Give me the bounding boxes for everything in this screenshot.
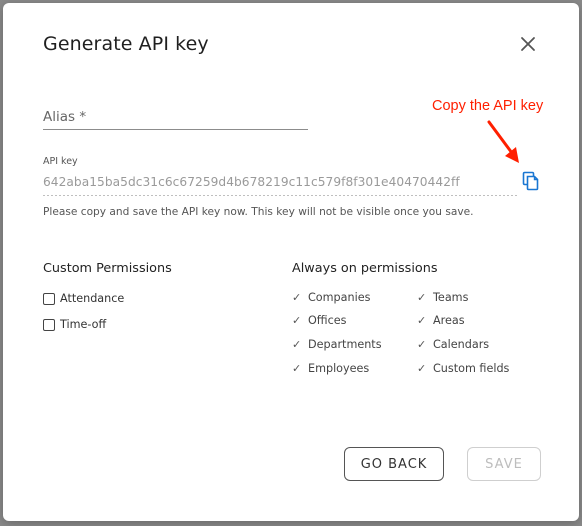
permission-calendars: ✓ Calendars [417,338,489,351]
permission-label: Areas [433,314,465,327]
permission-label: Companies [308,291,371,304]
check-icon: ✓ [292,314,302,327]
generate-api-key-dialog: Generate API key Alias * Copy the API ke… [3,3,579,521]
permission-offices: ✓ Offices [292,314,346,327]
permission-label: Teams [433,291,469,304]
permission-label: Offices [308,314,347,327]
check-icon: ✓ [417,362,427,375]
permission-label: Custom fields [433,362,510,375]
api-key-hint: Please copy and save the API key now. Th… [43,206,474,218]
permission-custom-fields: ✓ Custom fields [417,362,509,375]
dialog-title: Generate API key [43,33,209,55]
permission-label: Calendars [433,338,490,351]
api-key-label: API key [43,156,78,167]
permission-companies: ✓ Companies [292,291,370,304]
permission-teams: ✓ Teams [417,291,468,304]
alias-field-underline [43,129,308,130]
check-icon: ✓ [417,338,427,351]
custom-permissions-title: Custom Permissions [43,261,172,276]
always-on-permissions-title: Always on permissions [292,261,438,276]
permission-employees: ✓ Employees [292,362,369,375]
permission-departments: ✓ Departments [292,338,382,351]
checkbox-time-off[interactable]: Time-off [43,318,106,331]
checkbox-attendance[interactable]: Attendance [43,292,124,305]
checkbox-label: Attendance [60,292,125,305]
checkbox-box[interactable] [43,292,55,305]
permission-label: Departments [308,338,382,351]
api-key-underline [43,195,517,196]
annotation-arrow-icon [487,120,519,163]
permission-label: Employees [308,362,370,375]
check-icon: ✓ [292,291,302,304]
copy-icon[interactable] [522,171,540,191]
close-icon[interactable] [517,33,539,55]
alias-field[interactable]: Alias * [43,109,86,125]
permission-areas: ✓ Areas [417,314,465,327]
check-icon: ✓ [417,314,427,327]
api-key-value: 642aba15ba5dc31c6c67259d4b678219c11c579f… [43,175,460,189]
check-icon: ✓ [292,362,302,375]
check-icon: ✓ [292,338,302,351]
check-icon: ✓ [417,291,427,304]
annotation-label: Copy the API key [432,98,544,114]
checkbox-label: Time-off [60,318,107,331]
go-back-button[interactable]: GO BACK [344,447,444,481]
checkbox-box[interactable] [43,318,55,331]
save-button: SAVE [467,447,541,481]
